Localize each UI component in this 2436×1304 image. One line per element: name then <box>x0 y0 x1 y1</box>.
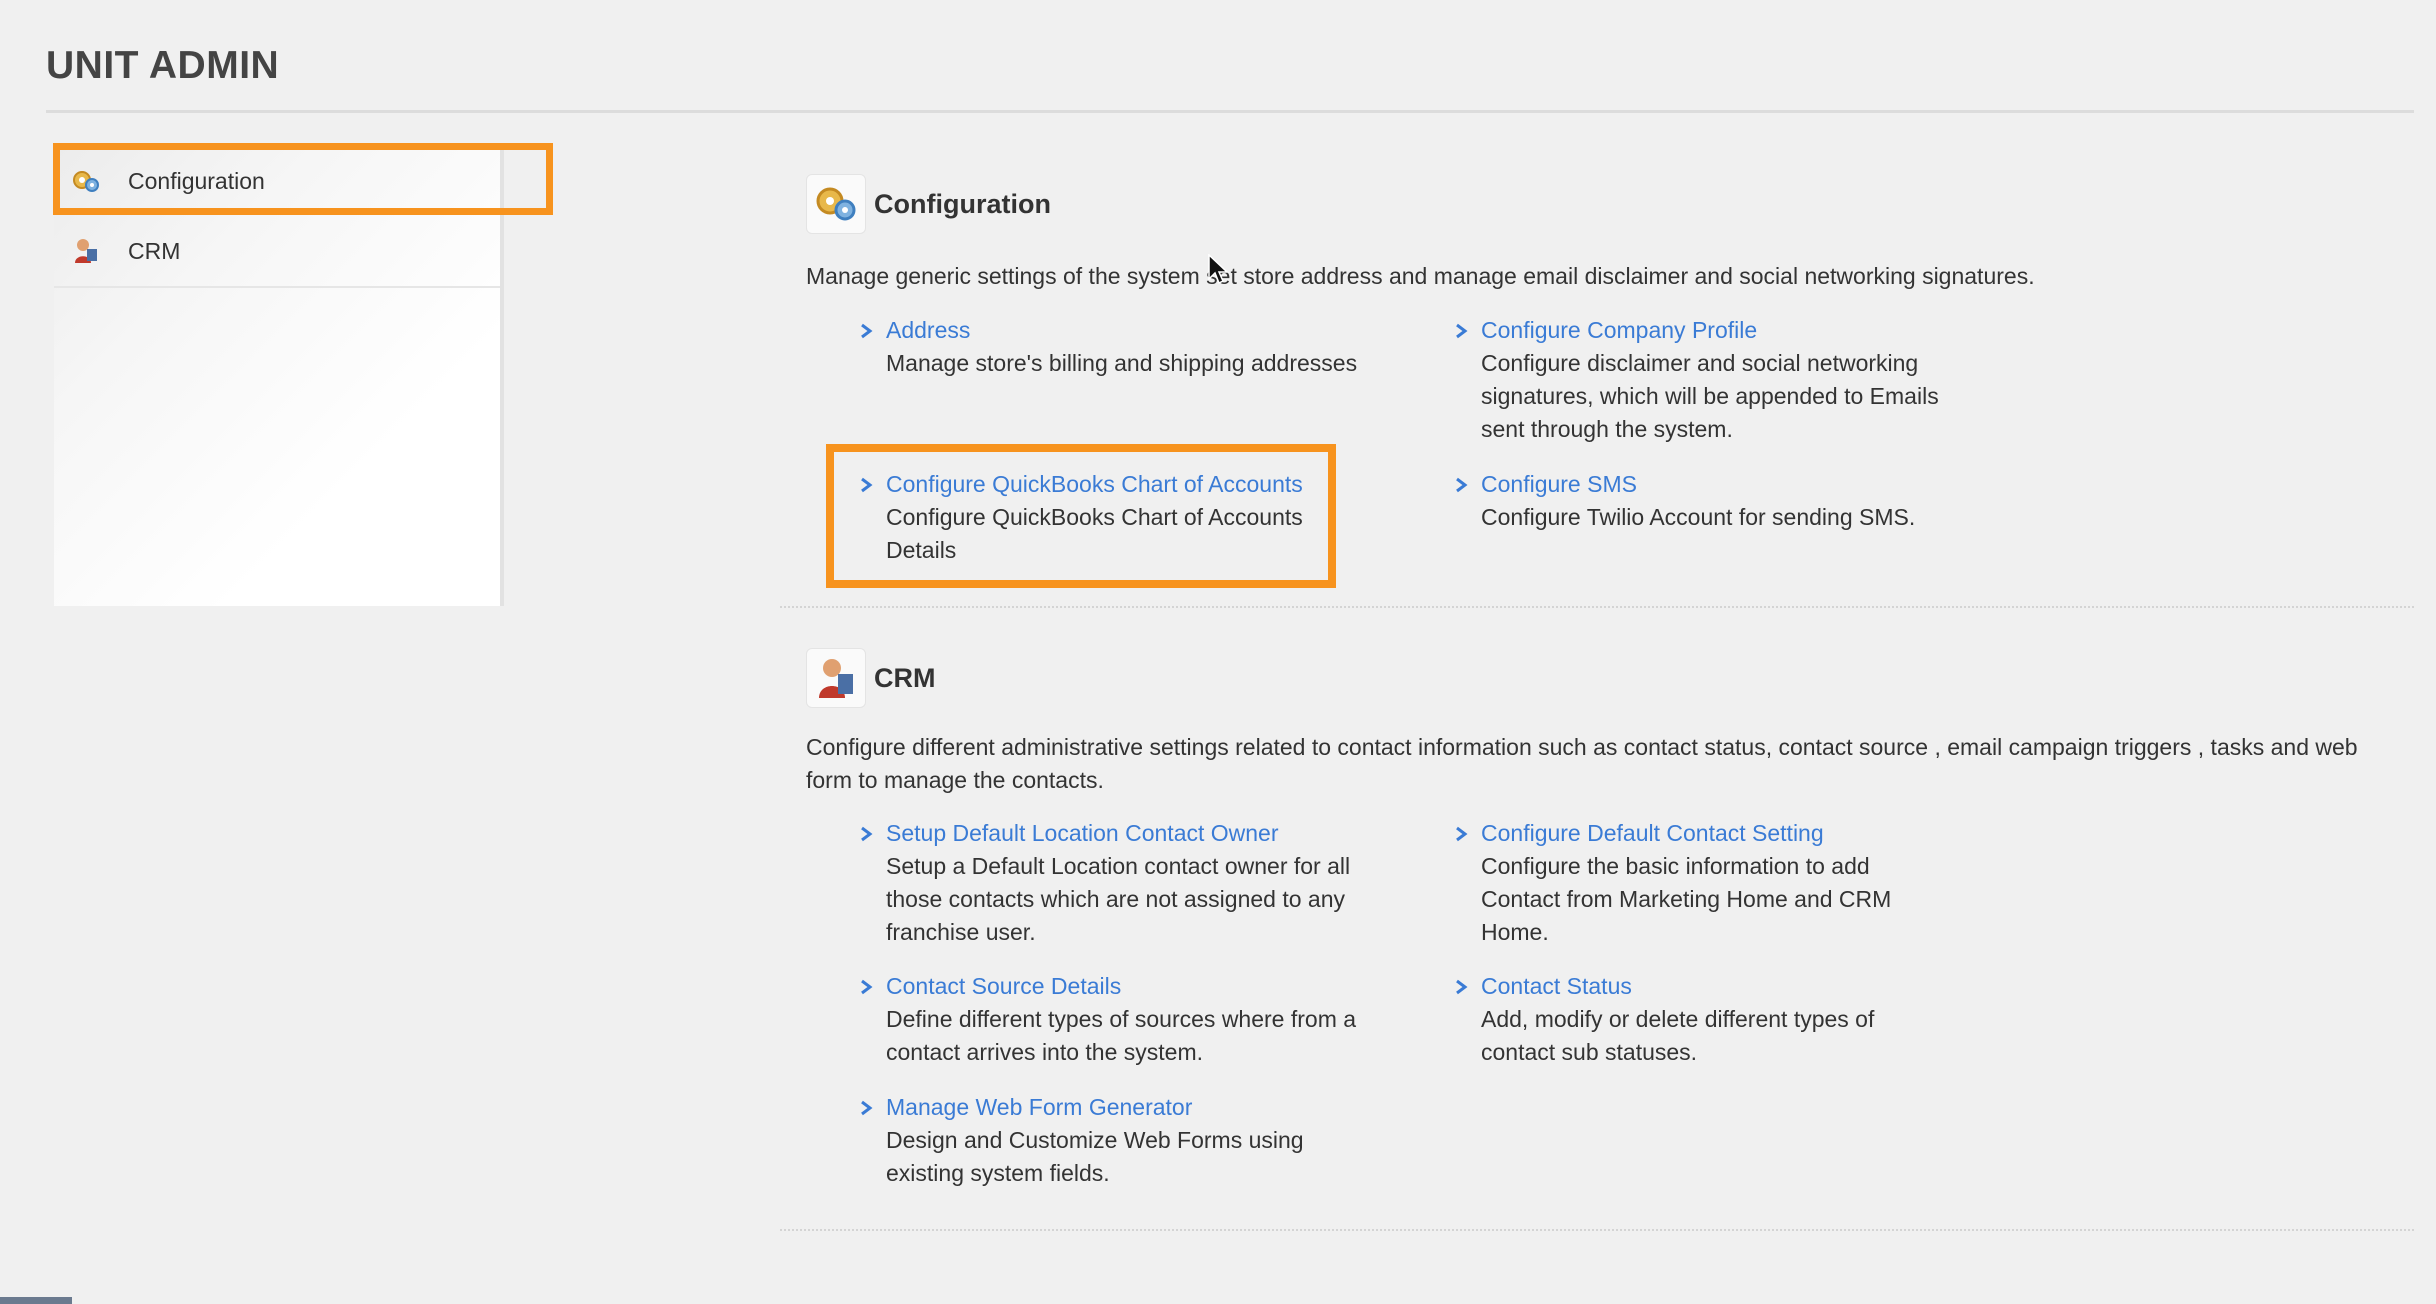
sidebar-item-label: CRM <box>128 237 181 264</box>
sidebar-item-crm[interactable]: CRM <box>54 216 500 288</box>
crm-section-header: CRM <box>806 648 936 708</box>
configure-sms-link[interactable]: Configure SMS <box>1481 468 1637 501</box>
section-divider <box>780 1229 2414 1231</box>
configure-default-contact-setting-link[interactable]: Configure Default Contact Setting <box>1481 817 1824 850</box>
chevron-right-icon <box>860 319 884 343</box>
chevron-right-icon <box>1455 473 1479 497</box>
page-title: UNIT ADMIN <box>46 44 280 87</box>
entry-description: Manage store's billing and shipping addr… <box>886 350 1358 376</box>
entry-contact-status: Contact Status Add, modify or delete dif… <box>1455 970 1975 1069</box>
entry-configure-default-contact-setting: Configure Default Contact Setting Config… <box>1455 817 1975 949</box>
entry-description: Add, modify or delete different types of… <box>1481 1006 1875 1065</box>
section-title: Configuration <box>874 188 1051 219</box>
entry-configure-sms: Configure SMS Configure Twilio Account f… <box>1455 468 1975 534</box>
sidebar: Configuration CRM <box>54 146 504 606</box>
entry-address: Address Manage store's billing and shipp… <box>860 314 1380 380</box>
contact-status-link[interactable]: Contact Status <box>1481 970 1632 1003</box>
manage-web-form-generator-link[interactable]: Manage Web Form Generator <box>886 1091 1192 1124</box>
chevron-right-icon <box>1455 319 1479 343</box>
setup-default-location-contact-owner-link[interactable]: Setup Default Location Contact Owner <box>886 817 1279 850</box>
crm-user-icon <box>68 233 104 269</box>
chevron-right-icon <box>1455 975 1479 999</box>
quickbooks-highlight-box <box>826 444 1336 588</box>
address-link[interactable]: Address <box>886 314 970 347</box>
entry-description: Configure Twilio Account for sending SMS… <box>1481 504 1916 530</box>
crm-user-icon <box>806 648 866 708</box>
configure-company-profile-link[interactable]: Configure Company Profile <box>1481 314 1757 347</box>
gears-icon <box>806 174 866 234</box>
chevron-right-icon <box>860 975 884 999</box>
title-divider <box>46 110 2414 113</box>
configuration-section-header: Configuration <box>806 174 1051 234</box>
entry-manage-web-form-generator: Manage Web Form Generator Design and Cus… <box>860 1091 1380 1190</box>
entry-setup-default-location-contact-owner: Setup Default Location Contact Owner Set… <box>860 817 1380 949</box>
entry-configure-company-profile: Configure Company Profile Configure disc… <box>1455 314 1975 446</box>
contact-source-details-link[interactable]: Contact Source Details <box>886 970 1121 1003</box>
entry-description: Setup a Default Location contact owner f… <box>886 853 1351 945</box>
chevron-right-icon <box>860 822 884 846</box>
bottom-edge-tab <box>0 1297 72 1304</box>
entry-description: Configure the basic information to add C… <box>1481 853 1892 945</box>
section-description: Manage generic settings of the system se… <box>806 263 2035 289</box>
entry-description: Design and Customize Web Forms using exi… <box>886 1127 1304 1186</box>
section-description: Configure different administrative setti… <box>806 734 2358 793</box>
chevron-right-icon <box>860 1096 884 1120</box>
section-divider <box>780 606 2414 608</box>
entry-description: Configure disclaimer and social networki… <box>1481 350 1939 442</box>
section-title: CRM <box>874 662 936 693</box>
entry-contact-source-details: Contact Source Details Define different … <box>860 970 1380 1069</box>
entry-description: Define different types of sources where … <box>886 1006 1357 1065</box>
sidebar-highlight-box <box>53 143 553 215</box>
chevron-right-icon <box>1455 822 1479 846</box>
mouse-cursor-icon <box>1208 253 1230 291</box>
